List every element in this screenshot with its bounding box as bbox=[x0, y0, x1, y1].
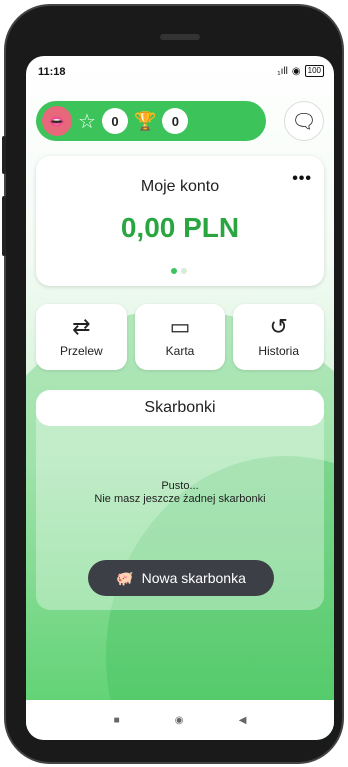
account-balance: 0,00 PLN bbox=[120, 212, 240, 243]
phone-frame: 11:18 ₁ıll ◉ 100 👄 ☆ 0 🏆 0 🗨 Moje konto … bbox=[2, 6, 342, 762]
empty-state: Pusto... Nie masz jeszcze żadnej skarbon… bbox=[36, 480, 324, 506]
recent-apps-icon[interactable]: ■ bbox=[114, 715, 120, 726]
chat-icon: 🗨 bbox=[291, 110, 317, 133]
transfer-icon: ⇄ bbox=[72, 314, 91, 339]
account-title: Moje konto bbox=[140, 178, 220, 195]
history-label: Historia bbox=[258, 344, 300, 358]
history-icon: ↺ bbox=[269, 314, 288, 339]
empty-line-1: Pusto... bbox=[161, 480, 199, 492]
profile-pill[interactable]: 👄 ☆ 0 🏆 0 bbox=[36, 101, 266, 141]
chat-button[interactable]: 🗨 bbox=[284, 101, 324, 141]
card-button[interactable]: ▭ Karta bbox=[134, 304, 226, 370]
status-time: 11:18 bbox=[38, 66, 66, 78]
more-options-button[interactable]: ••• bbox=[292, 170, 312, 188]
side-button bbox=[2, 196, 6, 256]
signal-icon: ₁ıll bbox=[277, 65, 288, 77]
carousel-dots bbox=[171, 268, 187, 274]
piggy-bank-title: Skarbonki bbox=[36, 390, 324, 426]
new-piggy-bank-button[interactable]: 🐖 Nowa skarbonka bbox=[88, 560, 274, 596]
piggy-bank-icon: 🐖 bbox=[116, 569, 134, 586]
new-piggy-bank-label: Nowa skarbonka bbox=[141, 570, 246, 586]
empty-line-2: Nie masz jeszcze żadnej skarbonki bbox=[94, 493, 266, 505]
transfer-label: Przelew bbox=[59, 344, 103, 358]
trophies-count: 0 bbox=[162, 108, 189, 134]
quick-actions: ⇄ Przelew ▭ Karta ↺ Historia bbox=[36, 304, 325, 370]
piggy-bank-section: Skarbonki Pusto... Nie masz jeszcze żadn… bbox=[36, 390, 324, 610]
system-navbar: ■ ◉ ◀ bbox=[26, 700, 334, 740]
transfer-button[interactable]: ⇄ Przelew bbox=[36, 304, 127, 370]
card-label: Karta bbox=[165, 344, 195, 358]
trophy-icon: 🏆 bbox=[133, 110, 157, 131]
avatar[interactable]: 👄 bbox=[42, 106, 72, 136]
back-icon[interactable]: ◀ bbox=[239, 715, 247, 726]
status-bar: 11:18 ₁ıll ◉ 100 bbox=[26, 56, 334, 86]
card-icon: ▭ bbox=[169, 314, 191, 339]
speaker-notch bbox=[160, 34, 200, 40]
volume-button bbox=[2, 136, 6, 174]
battery-icon: 100 bbox=[304, 65, 324, 77]
carousel-dot[interactable] bbox=[181, 268, 187, 274]
account-card[interactable]: Moje konto ••• 0,00 PLN bbox=[36, 156, 324, 286]
app-screen: 11:18 ₁ıll ◉ 100 👄 ☆ 0 🏆 0 🗨 Moje konto … bbox=[26, 56, 334, 740]
stars-count: 0 bbox=[101, 108, 128, 134]
home-icon[interactable]: ◉ bbox=[175, 715, 184, 726]
carousel-dot-active[interactable] bbox=[171, 268, 177, 274]
wifi-icon: ◉ bbox=[291, 65, 301, 77]
star-icon: ☆ bbox=[78, 110, 96, 133]
history-button[interactable]: ↺ Historia bbox=[233, 304, 325, 370]
